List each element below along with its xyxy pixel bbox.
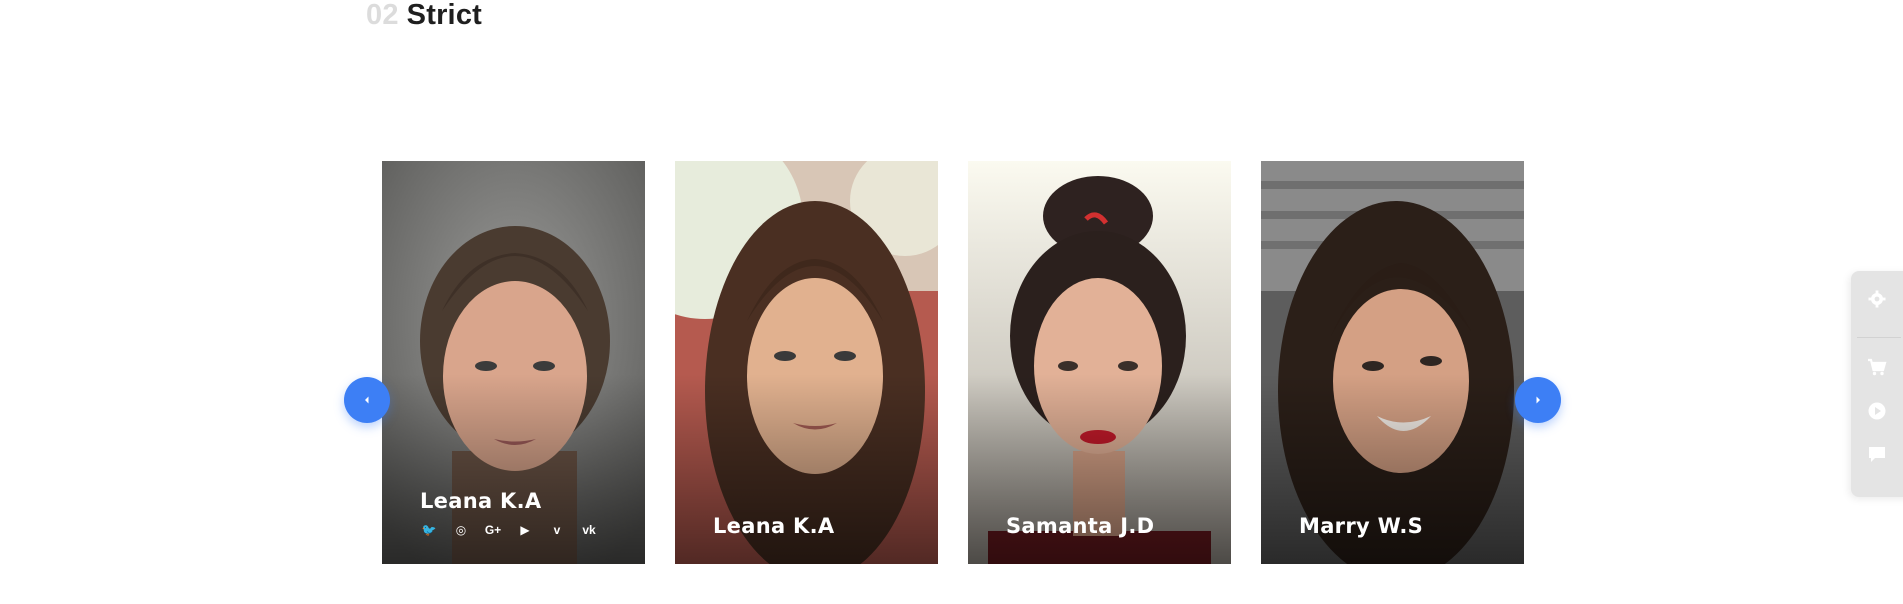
section-title: Strict: [406, 0, 483, 31]
chat-button[interactable]: [1851, 434, 1903, 474]
carousel-prev-button[interactable]: [344, 377, 390, 423]
chevron-left-icon: [365, 396, 369, 404]
sidebar-divider: [1857, 337, 1901, 338]
section-heading: 02 Strict: [366, 0, 482, 32]
play-icon: [1868, 402, 1886, 420]
youtube-icon[interactable]: ▶: [516, 522, 534, 538]
settings-button[interactable]: [1851, 279, 1903, 319]
team-card[interactable]: Samanta J.D: [968, 161, 1231, 564]
vk-icon[interactable]: vk: [580, 522, 598, 538]
carousel-next-button[interactable]: [1515, 377, 1561, 423]
cart-icon: [1868, 358, 1887, 376]
team-member-name: Leana K.A: [713, 514, 835, 538]
floating-sidebar: [1851, 271, 1903, 497]
team-member-name: Leana K.A: [420, 489, 542, 513]
social-links: 🐦 ◎ G+ ▶ v vk: [420, 522, 598, 538]
vimeo-icon[interactable]: v: [548, 522, 566, 538]
team-card[interactable]: Marry W.S: [1261, 161, 1524, 564]
team-card[interactable]: Leana K.A 🐦 ◎ G+ ▶ v vk: [382, 161, 645, 564]
cart-button[interactable]: [1851, 347, 1903, 387]
chevron-right-icon: [1536, 396, 1540, 404]
section-number: 02: [366, 0, 399, 31]
chat-icon: [1869, 447, 1885, 462]
gear-icon: [1868, 290, 1886, 308]
team-member-name: Samanta J.D: [1006, 514, 1155, 538]
twitter-icon[interactable]: 🐦: [420, 522, 438, 538]
team-card[interactable]: Leana K.A: [675, 161, 938, 564]
team-member-name: Marry W.S: [1299, 514, 1424, 538]
video-button[interactable]: [1851, 391, 1903, 431]
google-plus-icon[interactable]: G+: [484, 522, 502, 538]
instagram-icon[interactable]: ◎: [452, 522, 470, 538]
